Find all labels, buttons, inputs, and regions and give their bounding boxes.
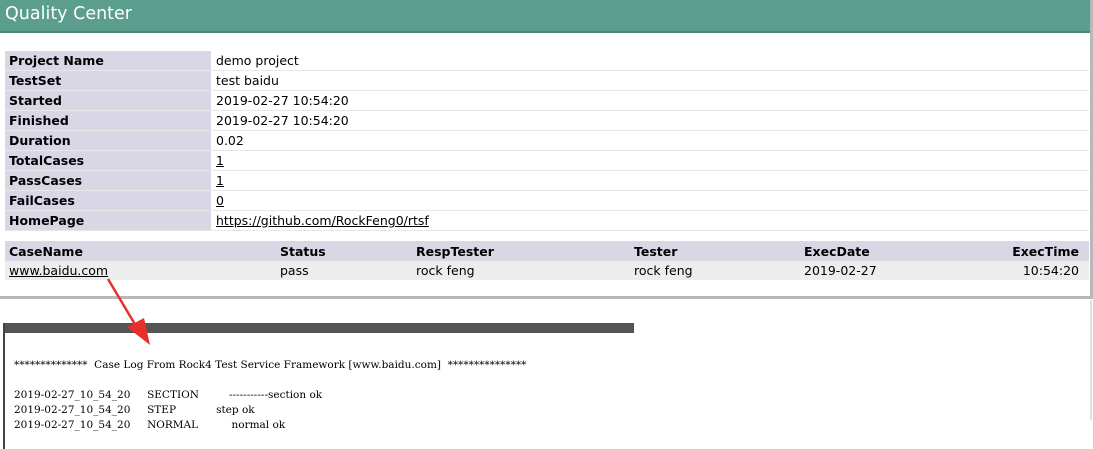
annotation-arrow-icon [106,278,150,345]
